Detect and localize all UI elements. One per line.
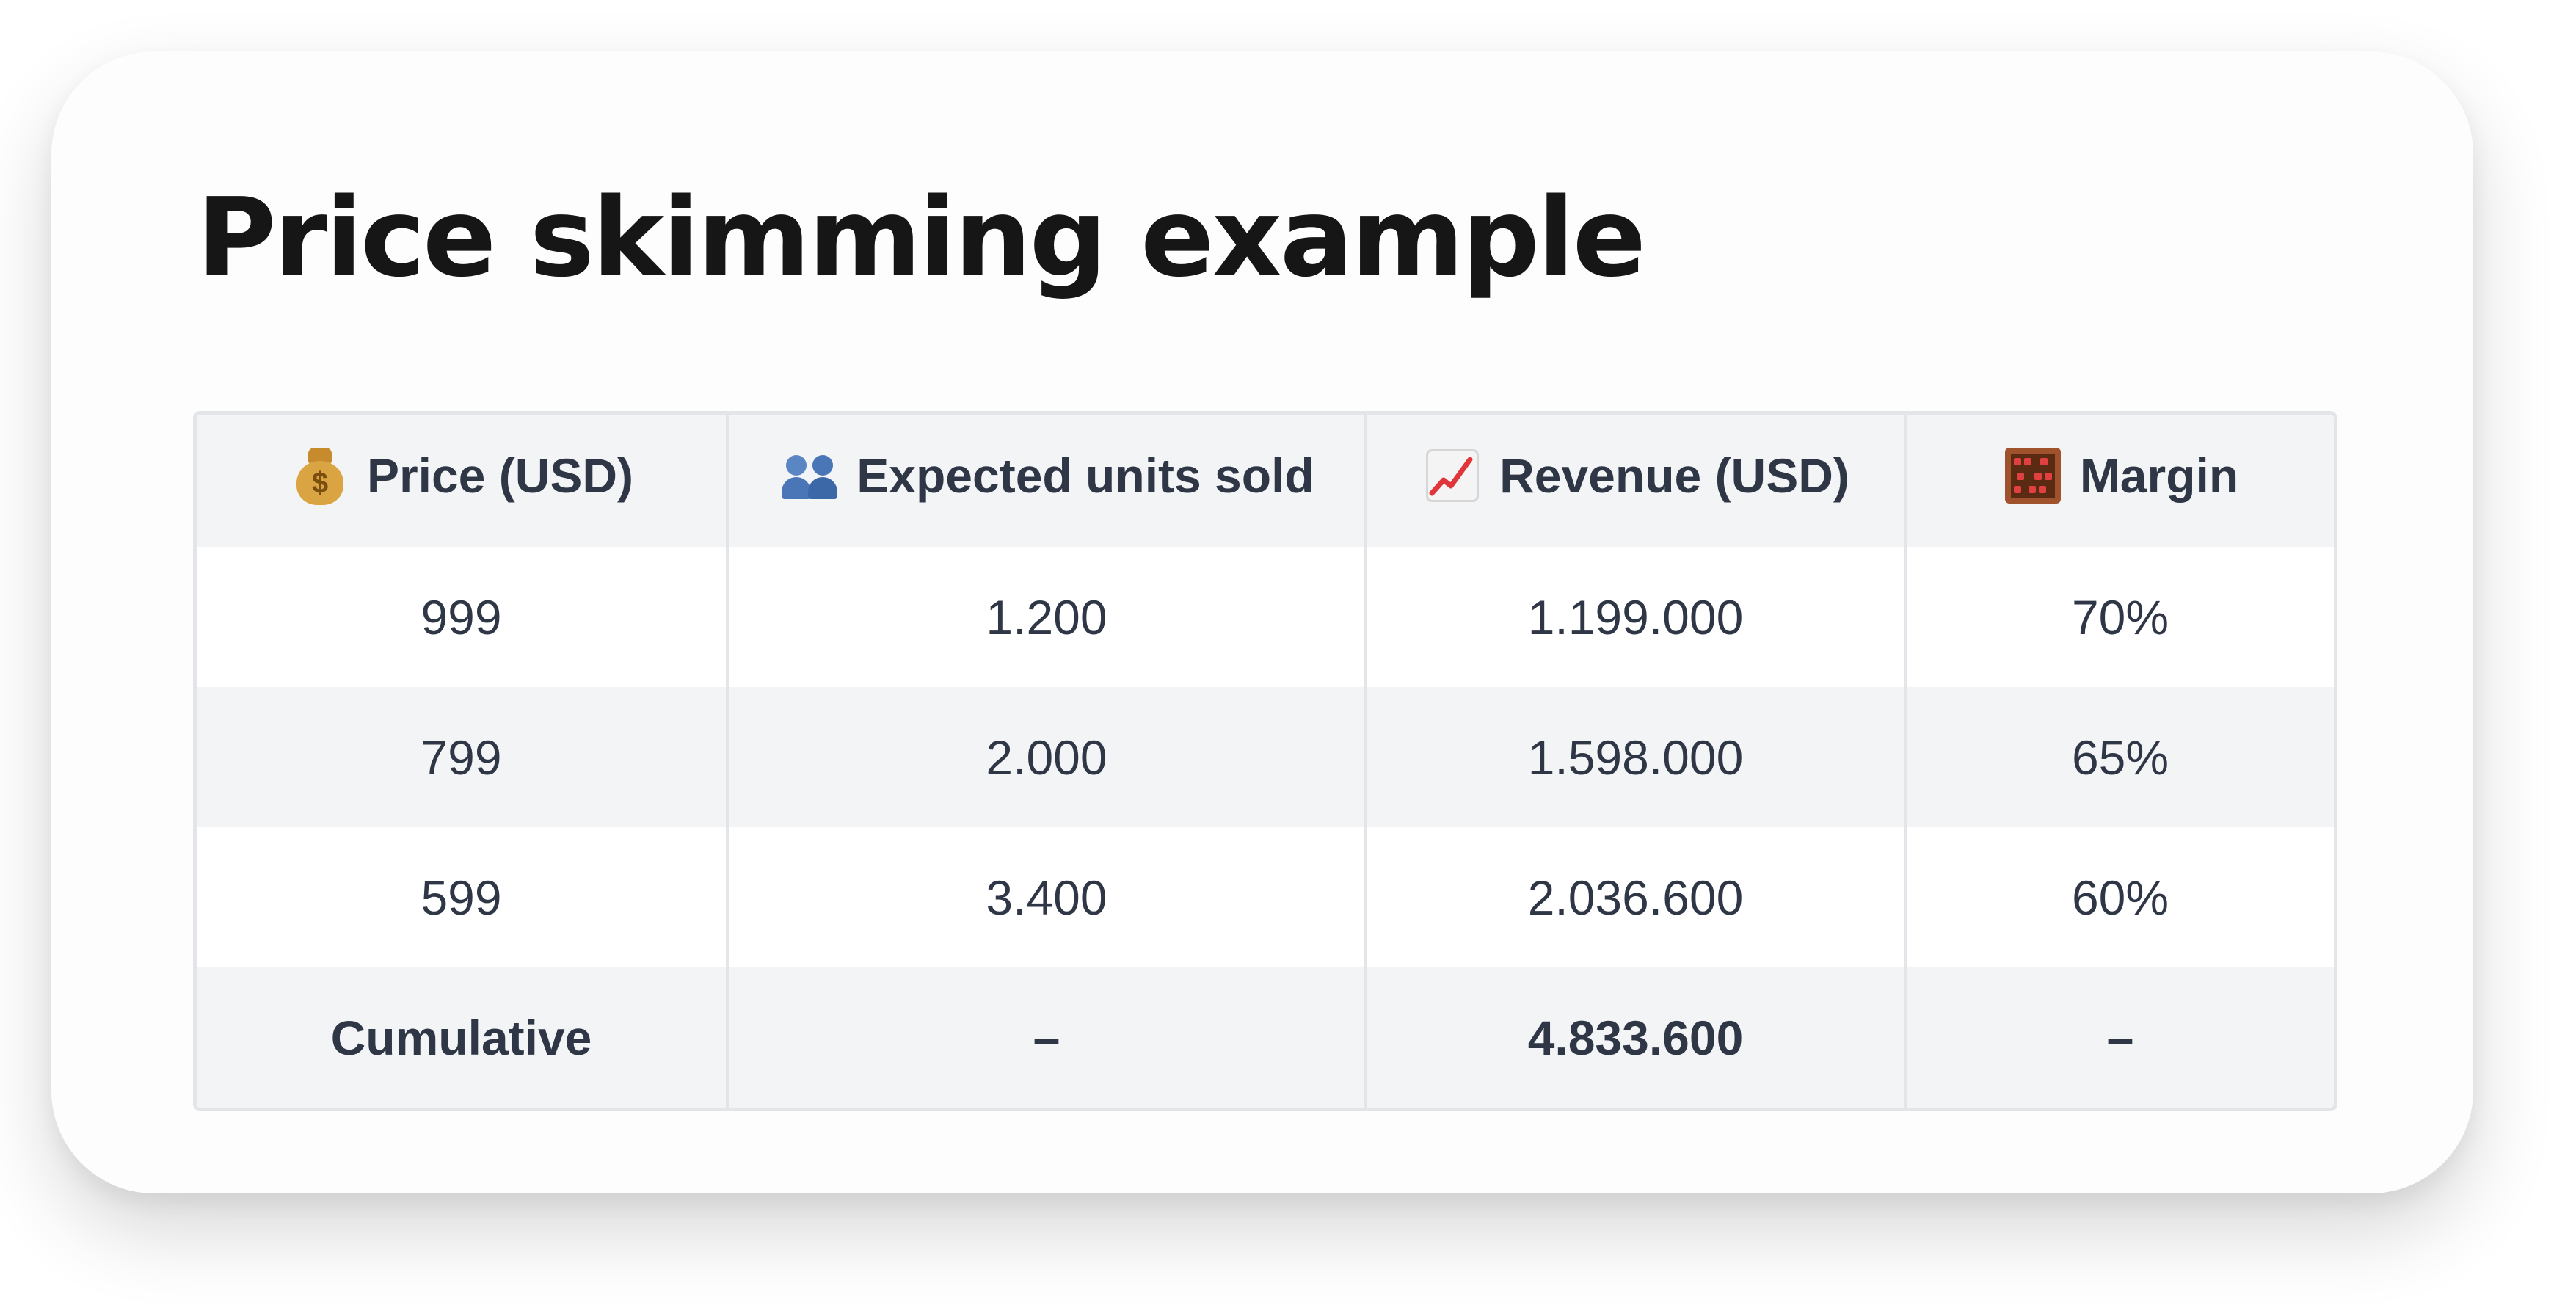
card: Price skimming example $ Price (USD) Exp… [51,51,2473,1193]
header-margin: Margin [1905,415,2334,547]
total-revenue: 4.833.600 [1366,967,1907,1108]
total-margin: – [1905,967,2334,1108]
header-price-label: Price (USD) [366,448,634,503]
people-icon [779,445,840,506]
total-row: Cumulative – 4.833.600 – [197,967,2334,1108]
revenue-cell: 1.598.000 [1366,687,1907,827]
header-margin-label: Margin [2079,448,2239,503]
header-price: $ Price (USD) [197,415,729,547]
units-cell: 1.200 [727,547,1367,687]
total-label: Cumulative [197,967,729,1108]
header-revenue-label: Revenue (USD) [1499,448,1849,503]
price-cell: 799 [197,687,729,827]
total-units: – [727,967,1367,1108]
revenue-cell: 1.199.000 [1366,547,1907,687]
units-cell: 2.000 [727,687,1367,827]
price-cell: 999 [197,547,729,687]
page-title: Price skimming example [197,175,1646,301]
table-row: 599 3.400 2.036.600 60% [197,827,2334,967]
header-units: Expected units sold [727,415,1367,547]
money-bag-icon: $ [289,445,351,506]
units-cell: 3.400 [727,827,1367,967]
header-units-label: Expected units sold [856,448,1314,503]
margin-cell: 60% [1905,827,2334,967]
price-cell: 599 [197,827,729,967]
abacus-icon [2002,445,2064,506]
margin-cell: 70% [1905,547,2334,687]
margin-cell: 65% [1905,687,2334,827]
revenue-cell: 2.036.600 [1366,827,1907,967]
table-header-row: $ Price (USD) Expected units sold Revenu… [197,415,2334,547]
header-revenue: Revenue (USD) [1366,415,1907,547]
table-row: 999 1.200 1.199.000 70% [197,547,2334,687]
chart-increasing-icon [1422,445,1483,506]
pricing-table: $ Price (USD) Expected units sold Revenu… [193,411,2337,1111]
table-row: 799 2.000 1.598.000 65% [197,687,2334,827]
